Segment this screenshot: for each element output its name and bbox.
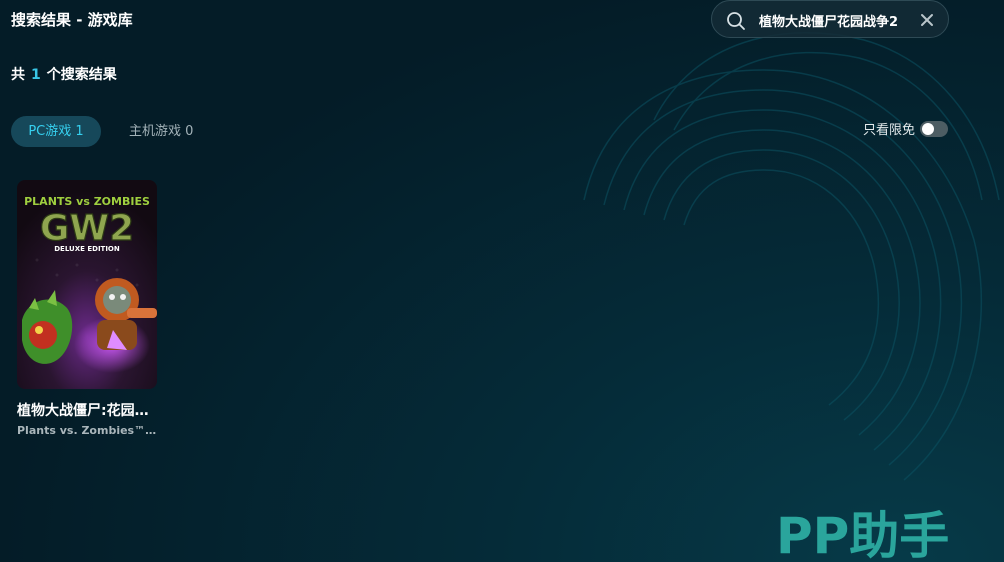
game-subtitle: Plants vs. Zombies™ Garden Warfare 2 <box>17 424 157 437</box>
cover-edition: DELUXE EDITION <box>54 245 120 253</box>
cover-logo-main: GW2 <box>40 208 134 249</box>
result-count-prefix: 共 <box>11 67 25 83</box>
close-icon[interactable] <box>919 12 935 28</box>
tab-console-games[interactable]: 主机游戏 0 <box>129 116 193 147</box>
search-input[interactable] <box>759 10 911 30</box>
game-cover-image[interactable]: PLANTS vs ZOMBIES GW2 DELUXE EDITION <box>17 180 157 389</box>
page-title: 搜索结果 - 游戏库 <box>11 11 133 29</box>
free-only-label: 只看限免 <box>863 123 916 138</box>
game-card[interactable]: PLANTS vs ZOMBIES GW2 DELUXE EDITION 植物大… <box>17 180 157 437</box>
svg-text:PP助手: PP助手 <box>776 507 949 561</box>
background-rings-decoration <box>583 32 1000 481</box>
search-box[interactable] <box>711 0 949 38</box>
cover-logo-top: PLANTS vs ZOMBIES <box>24 195 150 208</box>
search-icon[interactable] <box>726 11 746 31</box>
game-title[interactable]: 植物大战僵尸:花园战争2 <box>17 400 157 420</box>
pp-assistant-watermark-logo: PP助手 <box>776 507 949 561</box>
toggle-knob <box>922 122 935 135</box>
result-count: 共 1 个搜索结果 <box>11 64 117 84</box>
tab-pc-games[interactable]: PC游戏 1 <box>11 116 101 147</box>
free-only-toggle[interactable] <box>920 120 949 137</box>
result-count-number: 1 <box>31 67 41 83</box>
result-count-suffix: 个搜索结果 <box>46 67 117 83</box>
free-only-filter[interactable]: 只看限免 <box>863 119 949 138</box>
